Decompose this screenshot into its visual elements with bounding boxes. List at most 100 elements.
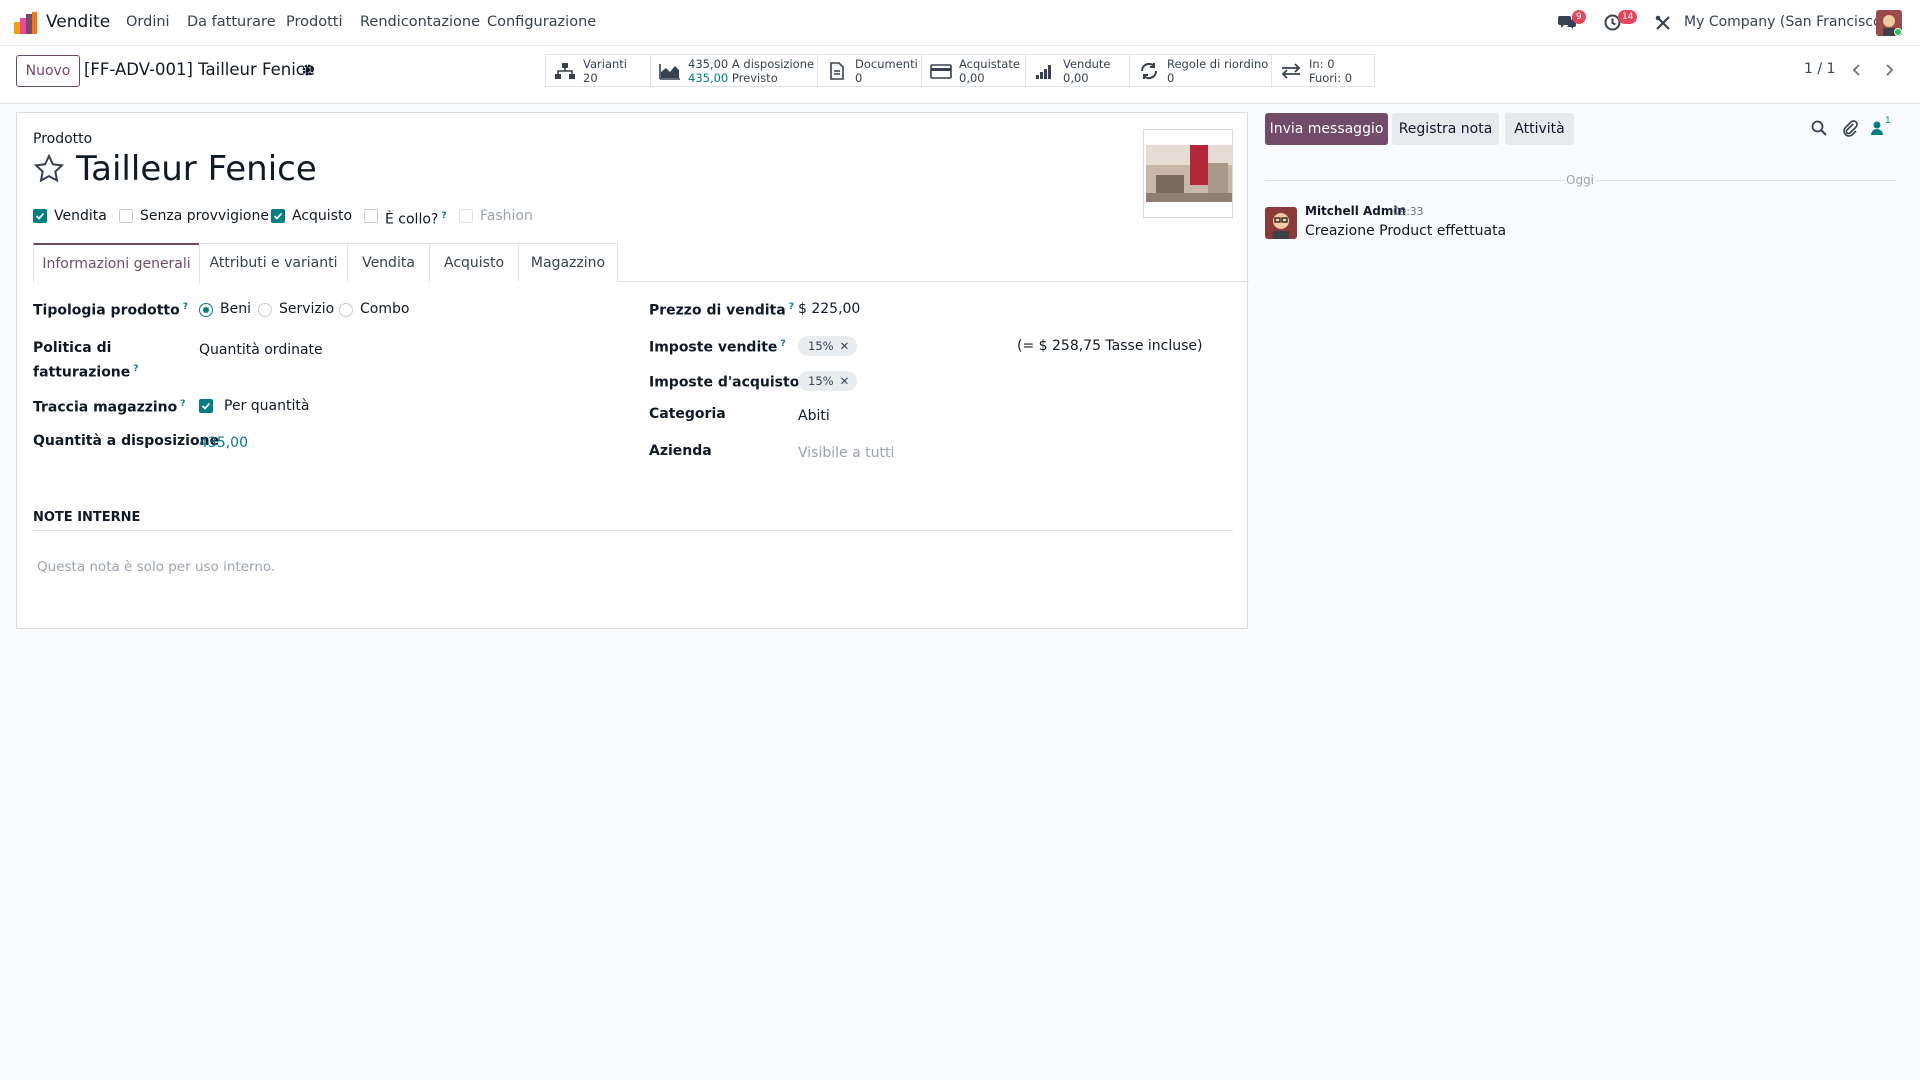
control-panel: Nuovo [FF-ADV-001] Tailleur Fenice Varia… xyxy=(0,46,1920,104)
product-photo-icon xyxy=(1146,145,1232,202)
close-icon[interactable]: ✕ xyxy=(840,339,850,353)
paperclip-icon[interactable] xyxy=(1842,119,1858,137)
purchased-value: 0,00 xyxy=(959,71,985,85)
menu-configurazione[interactable]: Configurazione xyxy=(487,14,596,30)
internal-notes-input[interactable]: Questa nota è solo per uso interno. xyxy=(37,557,275,577)
sold-smart-button[interactable]: Vendute 0,00 xyxy=(1026,55,1130,86)
taxes-included-text: (= $ 258,75 Tasse incluse) xyxy=(1017,338,1203,354)
tab-inventory[interactable]: Magazzino xyxy=(518,243,618,282)
message-author-avatar[interactable] xyxy=(1265,207,1297,239)
online-status-dot xyxy=(1894,28,1902,36)
fashion-checkbox[interactable] xyxy=(459,209,473,223)
purchase-taxes-text: Imposte d'acquisto xyxy=(649,374,800,391)
app-name[interactable]: Vendite xyxy=(46,12,110,32)
activities-badge: 14 xyxy=(1618,10,1638,24)
message-body: Creazione Product effettuata xyxy=(1305,223,1507,239)
help-icon[interactable]: ? xyxy=(180,399,185,409)
invoice-policy-label-1: Politica di xyxy=(33,340,112,356)
reorder-rules-value: 0 xyxy=(1167,71,1175,85)
smart-buttons: Varianti 20 435,00 A disposizione 435,00… xyxy=(545,54,1375,87)
debug-tools-icon[interactable] xyxy=(1655,15,1671,31)
gear-icon[interactable] xyxy=(301,63,315,77)
search-icon[interactable] xyxy=(1811,120,1827,136)
breadcrumb: [FF-ADV-001] Tailleur Fenice xyxy=(84,60,316,79)
type-service-radio[interactable] xyxy=(258,303,272,317)
menu-prodotti[interactable]: Prodotti xyxy=(286,14,342,30)
variants-smart-button[interactable]: Varianti 20 xyxy=(546,55,651,86)
product-name[interactable]: Tailleur Fenice xyxy=(76,148,317,190)
variants-label: Varianti xyxy=(583,57,627,71)
document-icon xyxy=(830,62,844,80)
help-icon[interactable]: ? xyxy=(133,364,138,374)
company-switcher[interactable]: My Company (San Francisco) xyxy=(1684,14,1887,30)
user-avatar[interactable] xyxy=(1876,10,1902,36)
type-combo-radio[interactable] xyxy=(339,303,353,317)
check-icon xyxy=(35,212,45,220)
documents-smart-button[interactable]: Documenti 0 xyxy=(818,55,922,86)
purchase-tax-tag[interactable]: 15% ✕ xyxy=(798,371,858,391)
forecast-value: 435,00 xyxy=(688,71,729,85)
reorder-rules-label: Regole di riordino xyxy=(1167,57,1269,71)
no-commission-checkbox[interactable] xyxy=(119,209,133,223)
chevron-right-icon[interactable] xyxy=(1883,63,1895,77)
activities-button[interactable]: Attività xyxy=(1505,113,1574,145)
track-inventory-checkbox[interactable] xyxy=(199,399,213,413)
close-icon[interactable]: ✕ xyxy=(840,374,850,388)
reorder-rules-smart-button[interactable]: Regole di riordino 0 xyxy=(1130,55,1272,86)
help-icon[interactable]: ? xyxy=(183,302,188,312)
tab-purchase[interactable]: Acquisto xyxy=(429,243,519,282)
purchase-taxes-label: Imposte d'acquisto? xyxy=(649,369,808,393)
sale-ok-label: Vendita xyxy=(54,208,107,224)
is-package-text: È collo? xyxy=(385,211,439,228)
sale-taxes-text: Imposte vendite xyxy=(649,339,778,356)
user-icon xyxy=(1871,121,1883,135)
sale-tax-tag[interactable]: 15% ✕ xyxy=(798,336,858,356)
company-select[interactable]: Visibile a tutti xyxy=(798,443,894,463)
messages-button[interactable]: 9 xyxy=(1558,10,1586,34)
in-out-smart-button[interactable]: In: 0 Fuori: 0 xyxy=(1272,55,1374,86)
sale-ok-checkbox[interactable] xyxy=(33,209,47,223)
help-icon[interactable]: ? xyxy=(441,211,446,221)
purchased-smart-button[interactable]: Acquistate 0,00 xyxy=(922,55,1026,86)
refresh-icon xyxy=(1140,62,1158,80)
out-label: Fuori: 0 xyxy=(1309,71,1353,85)
new-button[interactable]: Nuovo xyxy=(16,55,80,87)
is-package-checkbox[interactable] xyxy=(364,209,378,223)
category-select[interactable]: Abiti xyxy=(798,406,830,426)
message-author[interactable]: Mitchell Admin xyxy=(1305,204,1406,218)
notes-divider xyxy=(33,530,1233,531)
qty-available-value[interactable]: 435,00 xyxy=(199,433,248,453)
product-image[interactable] xyxy=(1143,129,1233,218)
log-note-button[interactable]: Registra nota xyxy=(1392,113,1499,145)
purchase-ok-checkbox[interactable] xyxy=(271,209,285,223)
sold-value: 0,00 xyxy=(1063,71,1089,85)
variants-value: 20 xyxy=(583,71,598,85)
sale-price-text: Prezzo di vendita xyxy=(649,302,786,319)
activities-button[interactable]: 14 xyxy=(1604,10,1638,34)
menu-da-fatturare[interactable]: Da fatturare xyxy=(187,14,276,30)
type-goods-radio[interactable] xyxy=(199,303,213,317)
no-commission-label: Senza provvigione xyxy=(140,208,269,224)
send-message-button[interactable]: Invia messaggio xyxy=(1265,113,1388,145)
sale-price-input[interactable]: $ 225,00 xyxy=(798,299,860,319)
favorite-star-icon[interactable] xyxy=(33,153,65,185)
chevron-left-icon[interactable] xyxy=(1851,63,1863,77)
pager-value[interactable]: 1 / 1 xyxy=(1804,61,1835,77)
on-hand-label: 435,00 A disposizione xyxy=(688,57,815,71)
followers-button[interactable]: 1 xyxy=(1871,116,1893,137)
help-icon[interactable]: ? xyxy=(780,339,785,349)
form-notebook: Informazioni generali Attributi e varian… xyxy=(33,243,1249,283)
menu-ordini[interactable]: Ordini xyxy=(126,14,170,30)
help-icon[interactable]: ? xyxy=(789,302,794,312)
menu-rendicontazione[interactable]: Rendicontazione xyxy=(360,14,480,30)
product-form-sheet: Prodotto Tailleur Fenice Vendita Senza p… xyxy=(16,112,1249,629)
tab-sales[interactable]: Vendita xyxy=(347,243,430,282)
invoice-policy-select[interactable]: Quantità ordinate xyxy=(199,340,323,360)
on-hand-smart-button[interactable]: 435,00 A disposizione 435,00 Previsto xyxy=(651,55,818,86)
invoice-policy-label-2: fatturazione? xyxy=(33,359,139,383)
tab-attributes-variants[interactable]: Attributi e varianti xyxy=(199,243,348,282)
tab-general-info[interactable]: Informazioni generali xyxy=(33,243,200,283)
product-type-text: Tipologia prodotto xyxy=(33,302,180,319)
app-logo-icon[interactable] xyxy=(14,12,38,34)
track-inventory-select[interactable]: Per quantità xyxy=(224,396,309,416)
